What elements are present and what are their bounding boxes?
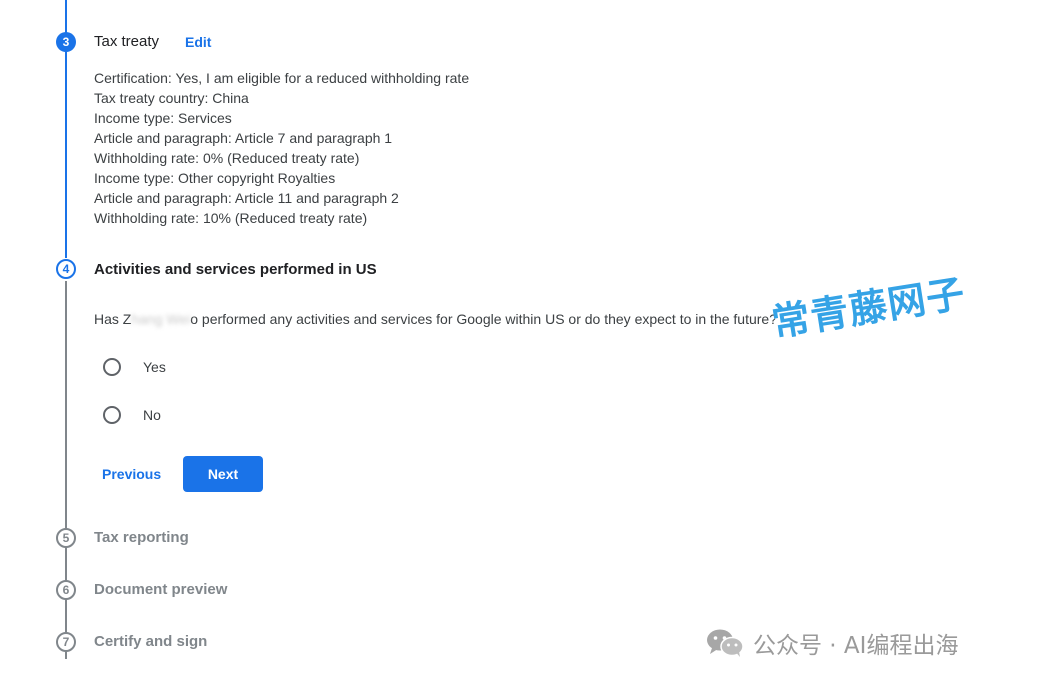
summary-line: Article and paragraph: Article 7 and par… bbox=[94, 130, 393, 146]
option-yes[interactable]: Yes bbox=[103, 358, 166, 376]
option-no[interactable]: No bbox=[103, 406, 161, 424]
tax-treaty-summary: Certification: Yes, I am eligible for a … bbox=[94, 68, 469, 228]
blurred-name: hang Wei bbox=[131, 311, 191, 327]
previous-button[interactable]: Previous bbox=[94, 456, 169, 492]
summary-line: Income type: Other copyright Royalties bbox=[94, 170, 336, 186]
next-button[interactable]: Next bbox=[183, 456, 263, 492]
wechat-icon bbox=[707, 629, 744, 657]
question-suffix: o performed any activities and services … bbox=[190, 311, 777, 327]
option-no-label: No bbox=[143, 407, 161, 423]
watermark-footer: 公众号 · AI编程出海 bbox=[705, 626, 958, 660]
step-7-badge: 7 bbox=[56, 632, 76, 652]
watermark-footer-text: 公众号 · AI编程出海 bbox=[753, 633, 959, 659]
step-4-badge: 4 bbox=[56, 259, 76, 279]
summary-line: Tax treaty country: China bbox=[94, 90, 249, 106]
summary-line: Withholding rate: 10% (Reduced treaty ra… bbox=[94, 210, 368, 226]
radio-no[interactable] bbox=[103, 406, 121, 424]
step-6-title[interactable]: Document preview bbox=[94, 581, 227, 598]
step-3-badge: 3 bbox=[56, 32, 76, 52]
watermark-overlay: 常青藤网子 bbox=[768, 271, 969, 346]
summary-line: Income type: Services bbox=[94, 110, 232, 126]
us-activities-question: Has Zhang Weio performed any activities … bbox=[94, 311, 777, 327]
radio-yes[interactable] bbox=[103, 358, 121, 376]
summary-line: Certification: Yes, I am eligible for a … bbox=[94, 70, 470, 86]
step-5-title[interactable]: Tax reporting bbox=[94, 529, 189, 546]
step-6-badge: 6 bbox=[56, 580, 76, 600]
step-5-badge: 5 bbox=[56, 528, 76, 548]
summary-line: Withholding rate: 0% (Reduced treaty rat… bbox=[94, 150, 360, 166]
option-yes-label: Yes bbox=[143, 359, 166, 375]
summary-line: Article and paragraph: Article 11 and pa… bbox=[94, 190, 399, 206]
tax-form-stepper: 3 Tax treaty Edit Certification: Yes, I … bbox=[0, 0, 1045, 687]
question-prefix: Has Z bbox=[94, 311, 132, 327]
step-4-title: Activities and services performed in US bbox=[94, 261, 377, 278]
edit-tax-treaty-link[interactable]: Edit bbox=[185, 34, 211, 50]
step-3-title: Tax treaty bbox=[94, 33, 160, 50]
stepper-line-pending bbox=[65, 281, 67, 659]
step-7-title[interactable]: Certify and sign bbox=[94, 633, 207, 650]
